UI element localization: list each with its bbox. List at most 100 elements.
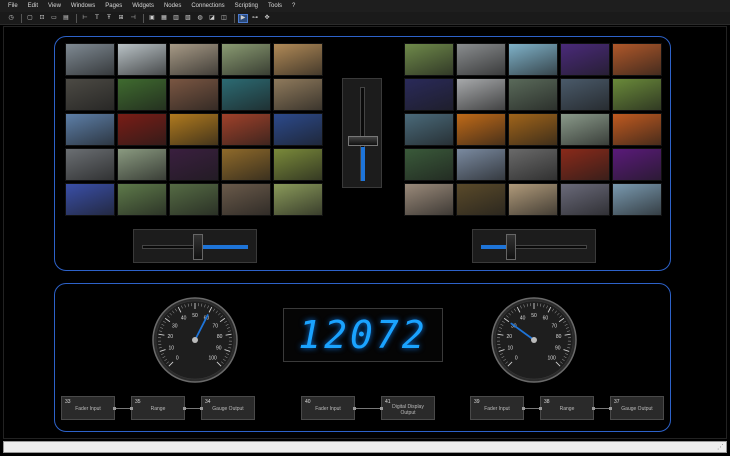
media-thumbnail-right-4-2[interactable] (508, 183, 558, 216)
vertical-fader-handle[interactable] (348, 135, 378, 146)
node-range[interactable]: 38 Range (539, 396, 595, 420)
menu-nodes[interactable]: Nodes (164, 3, 181, 9)
text-box-icon[interactable]: ▭ (49, 14, 59, 23)
media-thumbnail-left-0-4[interactable] (273, 43, 323, 76)
media-thumbnail-right-4-1[interactable] (456, 183, 506, 216)
media-thumbnail-right-3-0[interactable] (404, 148, 454, 181)
media-thumbnail-left-1-1[interactable] (117, 78, 167, 111)
media-thumbnail-left-1-2[interactable] (169, 78, 219, 111)
input-port[interactable] (200, 407, 203, 410)
media-thumbnail-left-3-2[interactable] (169, 148, 219, 181)
menu-edit[interactable]: Edit (28, 3, 38, 9)
media-thumbnail-right-3-4[interactable] (612, 148, 662, 181)
menu-widgets[interactable]: Widgets (132, 3, 154, 9)
media-thumbnail-right-0-0[interactable] (404, 43, 454, 76)
media-thumbnail-left-4-0[interactable] (65, 183, 115, 216)
align-left-icon[interactable]: ⊢ (80, 14, 90, 23)
node-range[interactable]: 35 Range (130, 396, 186, 420)
media-thumbnail-left-0-3[interactable] (221, 43, 271, 76)
node-fader-input[interactable]: 39 Fader Input (470, 396, 525, 420)
media-thumbnail-right-2-2[interactable] (508, 113, 558, 146)
media-thumbnail-right-2-0[interactable] (404, 113, 454, 146)
media-thumbnail-right-1-1[interactable] (456, 78, 506, 111)
node-fader-input[interactable]: 40 Fader Input (301, 396, 356, 420)
node-gauge-output[interactable]: 37 Gauge Output (609, 396, 664, 420)
right-fader-handle[interactable] (505, 234, 516, 260)
window-icon[interactable]: ▦ (159, 14, 169, 23)
text-tool-2-icon[interactable]: Ŧ (104, 14, 114, 23)
media-thumbnail-right-3-2[interactable] (508, 148, 558, 181)
left-fader[interactable] (133, 229, 257, 263)
media-thumbnail-left-2-1[interactable] (117, 113, 167, 146)
menu-scripting[interactable]: Scripting (235, 3, 258, 9)
media-thumbnail-right-0-1[interactable] (456, 43, 506, 76)
media-thumbnail-left-0-1[interactable] (117, 43, 167, 76)
media-thumbnail-left-4-4[interactable] (273, 183, 323, 216)
media-thumbnail-right-2-1[interactable] (456, 113, 506, 146)
media-thumbnail-left-2-0[interactable] (65, 113, 115, 146)
media-thumbnail-right-0-4[interactable] (612, 43, 662, 76)
input-port[interactable] (609, 407, 612, 410)
display-icon[interactable]: ▥ (171, 14, 181, 23)
left-fader-handle[interactable] (193, 234, 204, 260)
panel-icon[interactable]: ▧ (183, 14, 193, 23)
menu-windows[interactable]: Windows (71, 3, 95, 9)
media-thumbnail-left-2-4[interactable] (273, 113, 323, 146)
media-thumbnail-left-4-1[interactable] (117, 183, 167, 216)
group-icon[interactable]: ⊡ (37, 14, 47, 23)
media-thumbnail-right-1-3[interactable] (560, 78, 610, 111)
media-thumbnail-left-4-2[interactable] (169, 183, 219, 216)
media-thumbnail-right-2-4[interactable] (612, 113, 662, 146)
clock-icon[interactable]: ◷ (6, 14, 16, 23)
menu-file[interactable]: File (8, 3, 18, 9)
text-tool-icon[interactable]: T (92, 14, 102, 23)
node-digital-display-output[interactable]: 41 Digital Display Output (380, 396, 435, 420)
align-right-icon[interactable]: ⊣ (128, 14, 138, 23)
resize-grip-icon[interactable]: ⋰ (717, 443, 724, 451)
menu-view[interactable]: View (48, 3, 61, 9)
media-thumbnail-left-3-3[interactable] (221, 148, 271, 181)
node-icon[interactable]: ◪ (207, 14, 217, 23)
list-icon[interactable]: ▤ (61, 14, 71, 23)
media-thumbnail-right-4-0[interactable] (404, 183, 454, 216)
media-thumbnail-left-4-3[interactable] (221, 183, 271, 216)
right-fader[interactable] (472, 229, 596, 263)
media-thumbnail-right-2-3[interactable] (560, 113, 610, 146)
vertical-fader[interactable] (342, 78, 382, 188)
media-thumbnail-left-3-4[interactable] (273, 148, 323, 181)
media-thumbnail-right-3-3[interactable] (560, 148, 610, 181)
align-icon[interactable]: ⊞ (116, 14, 126, 23)
menu-tools[interactable]: Tools (268, 3, 282, 9)
globe-icon[interactable]: ◍ (195, 14, 205, 23)
media-thumbnail-left-2-3[interactable] (221, 113, 271, 146)
node-gauge-output[interactable]: 34 Gauge Output (200, 396, 255, 420)
media-thumbnail-right-1-0[interactable] (404, 78, 454, 111)
image-icon[interactable]: ▣ (147, 14, 157, 23)
media-thumbnail-right-0-3[interactable] (560, 43, 610, 76)
media-thumbnail-right-0-2[interactable] (508, 43, 558, 76)
play-icon[interactable]: ▶ (238, 13, 248, 23)
connect-icon[interactable]: ⊶ (250, 14, 260, 23)
menu-help[interactable]: ? (292, 3, 295, 9)
media-thumbnail-left-1-3[interactable] (221, 78, 271, 111)
media-thumbnail-right-1-2[interactable] (508, 78, 558, 111)
node-fader-input[interactable]: 33 Fader Input (61, 396, 116, 420)
media-thumbnail-left-0-0[interactable] (65, 43, 115, 76)
media-thumbnail-left-0-2[interactable] (169, 43, 219, 76)
media-thumbnail-left-1-4[interactable] (273, 78, 323, 111)
frame-icon[interactable]: ▢ (25, 14, 35, 23)
menu-pages[interactable]: Pages (105, 3, 122, 9)
media-thumbnail-right-4-3[interactable] (560, 183, 610, 216)
menu-connections[interactable]: Connections (191, 3, 224, 9)
input-port[interactable] (130, 407, 133, 410)
media-thumbnail-right-1-4[interactable] (612, 78, 662, 111)
input-port[interactable] (539, 407, 542, 410)
input-port[interactable] (380, 407, 383, 410)
media-thumbnail-left-3-1[interactable] (117, 148, 167, 181)
media-thumbnail-right-3-1[interactable] (456, 148, 506, 181)
move-icon[interactable]: ✥ (262, 14, 272, 23)
media-thumbnail-left-3-0[interactable] (65, 148, 115, 181)
media-thumbnail-right-4-4[interactable] (612, 183, 662, 216)
media-thumbnail-left-1-0[interactable] (65, 78, 115, 111)
media-thumbnail-left-2-2[interactable] (169, 113, 219, 146)
